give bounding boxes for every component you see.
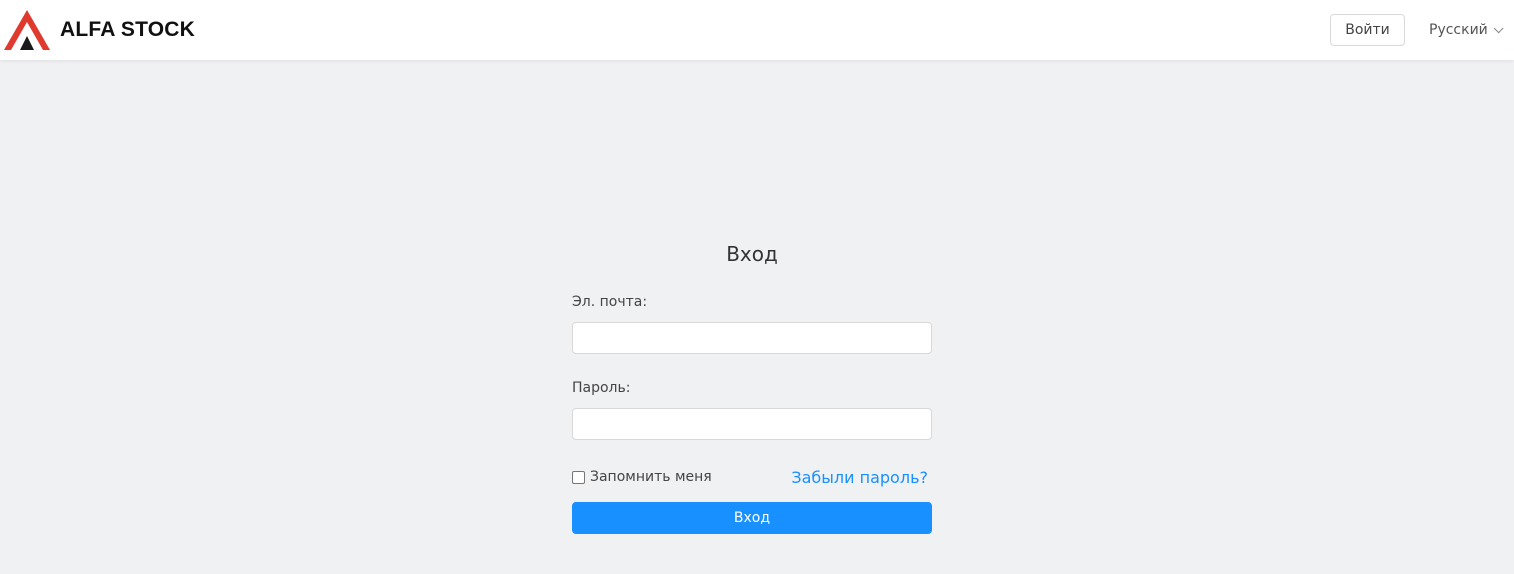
email-field[interactable] (572, 322, 932, 354)
password-label: Пароль: (572, 380, 631, 396)
remember-me-option[interactable]: Запомнить меня (572, 469, 712, 485)
logo-text: ALFA STOCK (60, 18, 196, 41)
logo-link[interactable]: ALFA STOCK (4, 9, 195, 51)
remember-row: Запомнить меня Забыли пароль? (572, 466, 932, 488)
remember-me-checkbox[interactable] (572, 470, 585, 484)
forgot-password-link[interactable]: Забыли пароль? (791, 468, 928, 487)
top-header: ALFA STOCK Войти Русский (0, 0, 1514, 60)
form-title: Вход (726, 242, 778, 266)
login-form: Вход Эл. почта: Пароль: Запомнить меня З… (572, 238, 932, 534)
chevron-down-icon (1493, 22, 1504, 33)
remember-me-label: Запомнить меня (590, 469, 712, 485)
submit-login-button[interactable]: Вход (572, 502, 932, 534)
alfa-triangle-logo-icon (4, 10, 50, 50)
language-selector[interactable]: Русский (1429, 19, 1504, 41)
password-field[interactable] (572, 408, 932, 440)
language-label: Русский (1429, 22, 1488, 38)
login-button[interactable]: Войти (1330, 14, 1405, 46)
email-label: Эл. почта: (572, 294, 648, 310)
